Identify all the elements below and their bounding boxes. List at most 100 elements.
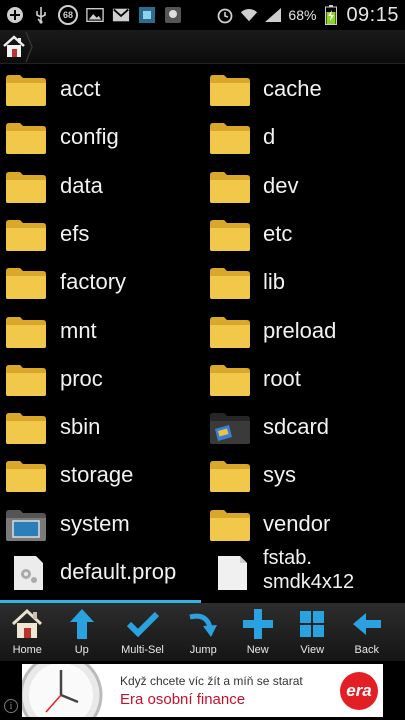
settings-file-icon <box>5 550 47 596</box>
file-item-label: sbin <box>60 414 101 440</box>
file-item-label: proc <box>60 365 103 391</box>
file-item[interactable]: config <box>0 113 202 161</box>
file-item[interactable]: data <box>0 162 202 210</box>
system-folder-icon <box>5 508 47 542</box>
file-item-label: default.prop <box>60 559 177 584</box>
file-item[interactable]: sys <box>203 451 405 499</box>
app-notification-icon-2 <box>164 6 182 24</box>
file-item-label: data <box>60 172 103 198</box>
file-item[interactable]: root <box>203 355 405 403</box>
bottom-toolbar: Home Up Multi-Sel Jump New View Back <box>0 603 405 661</box>
file-item[interactable]: dev <box>203 162 405 210</box>
file-item-label: d <box>263 124 276 150</box>
folder-icon <box>5 363 47 397</box>
folder-icon <box>5 315 47 349</box>
file-item-label: acct <box>60 76 101 101</box>
folder-icon <box>209 218 251 252</box>
file-item-label: config <box>60 124 119 150</box>
up-button-label: Up <box>74 644 89 656</box>
battery-percent: 68% <box>288 7 317 23</box>
file-item-label: sys <box>263 462 296 488</box>
folder-icon <box>5 266 47 300</box>
file-item[interactable]: fstab. smdk4x12 <box>203 547 405 596</box>
folder-icon <box>209 121 251 155</box>
home-button-label: Home <box>12 644 42 656</box>
ad-info-icon[interactable]: i <box>4 699 18 713</box>
folder-icon <box>209 170 251 204</box>
path-bar <box>0 30 405 64</box>
file-item[interactable]: lib <box>203 258 405 306</box>
folder-icon <box>5 73 47 107</box>
checkmark-icon <box>126 611 159 638</box>
file-item-label: lib <box>263 269 286 295</box>
era-logo: era <box>340 672 378 710</box>
view-button[interactable]: View <box>285 603 340 661</box>
multi-select-button[interactable]: Multi-Sel <box>109 603 176 661</box>
folder-icon <box>209 508 251 542</box>
up-button[interactable]: Up <box>55 603 110 661</box>
path-home-icon[interactable] <box>2 34 26 60</box>
status-bar: 68 68% 09:15 <box>0 0 405 30</box>
folder-icon <box>209 459 251 493</box>
ad-banner[interactable]: Když chcete víc žít a míň se starat Era … <box>0 661 405 720</box>
file-item-label: preload <box>263 317 337 343</box>
file-item-label: mnt <box>60 317 97 343</box>
file-item[interactable]: sdcard <box>203 403 405 451</box>
jump-button[interactable]: Jump <box>176 603 231 661</box>
file-item-label: dev <box>263 172 299 198</box>
file-item[interactable]: default.prop <box>0 548 202 596</box>
ad-headline: Era osobní finance <box>120 691 246 708</box>
back-button[interactable]: Back <box>340 603 395 661</box>
file-item-label: root <box>263 365 301 391</box>
file-item[interactable]: preload <box>203 307 405 355</box>
gmail-icon <box>112 6 130 24</box>
file-item-label: etc <box>263 220 293 246</box>
alarm-icon <box>216 6 234 24</box>
jump-arrow-icon <box>189 613 218 637</box>
folder-icon <box>209 315 251 349</box>
folder-icon <box>209 363 251 397</box>
ad-tagline: Když chcete víc žít a míň se starat <box>120 674 303 688</box>
folder-icon <box>5 411 47 445</box>
file-item[interactable]: etc <box>203 210 405 258</box>
file-item[interactable]: efs <box>0 210 202 258</box>
file-item[interactable]: system <box>0 500 202 548</box>
file-item-label: fstab. smdk4x12 <box>263 547 355 593</box>
home-icon <box>12 608 43 638</box>
file-item[interactable]: storage <box>0 451 202 499</box>
file-item-label: efs <box>60 220 90 246</box>
file-item-label: vendor <box>263 510 331 536</box>
clock-time: 09:15 <box>346 3 399 26</box>
new-button[interactable]: New <box>231 603 286 661</box>
file-item[interactable]: vendor <box>203 500 405 548</box>
battery-charging-icon <box>322 5 340 25</box>
file-item[interactable]: acct <box>0 65 202 113</box>
home-button[interactable]: Home <box>0 603 55 661</box>
folder-icon <box>5 170 47 204</box>
grid-icon <box>300 611 325 637</box>
folder-icon <box>5 459 47 493</box>
file-item-label: cache <box>263 76 322 101</box>
file-item[interactable]: cache <box>203 65 405 113</box>
folder-icon <box>209 73 251 107</box>
notification-count-badge: 68 <box>58 5 78 25</box>
path-separator-icon <box>24 30 34 64</box>
jump-button-label: Jump <box>189 644 217 656</box>
file-item[interactable]: proc <box>0 355 202 403</box>
sdcard-folder-icon <box>209 411 251 445</box>
wifi-icon <box>240 6 258 24</box>
view-button-label: View <box>300 644 325 656</box>
new-button-label: New <box>246 644 269 656</box>
file-item[interactable]: mnt <box>0 307 202 355</box>
app-notification-icon <box>138 6 156 24</box>
plus-icon <box>242 609 273 639</box>
signal-icon <box>264 6 282 24</box>
picture-icon <box>86 6 104 24</box>
folder-icon <box>209 266 251 300</box>
file-item[interactable]: factory <box>0 258 202 306</box>
file-item[interactable]: sbin <box>0 403 202 451</box>
ad-content[interactable]: Když chcete víc žít a míň se starat Era … <box>22 664 383 717</box>
back-button-label: Back <box>354 644 379 656</box>
file-item[interactable]: d <box>203 113 405 161</box>
back-arrow-icon <box>352 613 381 635</box>
